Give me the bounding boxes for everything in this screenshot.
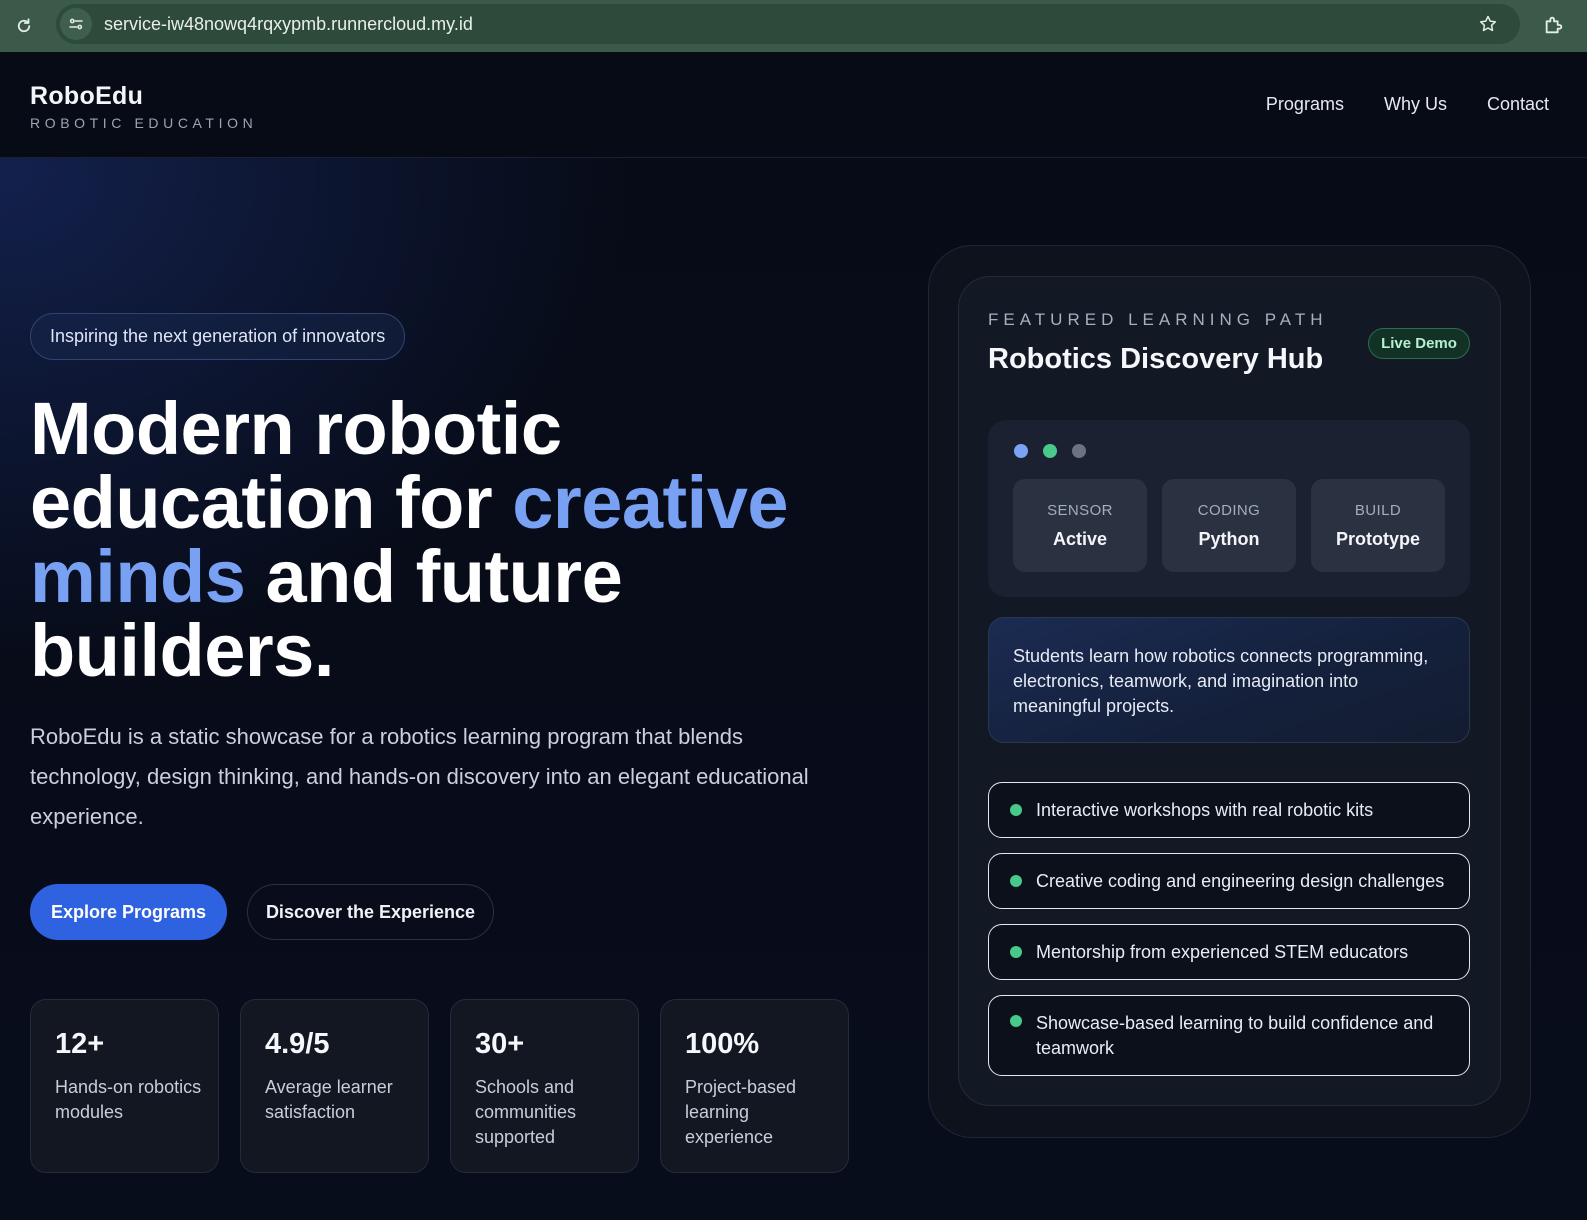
site-header: RoboEdu ROBOTIC EDUCATION Programs Why U… — [0, 52, 1587, 158]
panel-eyebrow: FEATURED LEARNING PATH — [988, 310, 1328, 329]
stat-card: 30+ Schools and communities supported — [450, 999, 639, 1173]
tile-build: BUILD Prototype — [1311, 479, 1445, 572]
stats-row: 12+ Hands-on robotics modules 4.9/5 Aver… — [30, 999, 849, 1173]
stat-label: Hands-on robotics modules — [55, 1077, 202, 1122]
browser-toolbar: service-iw48nowq4rqxypmb.runnercloud.my.… — [0, 0, 1587, 52]
nav-why-us[interactable]: Why Us — [1384, 94, 1447, 115]
status-dot-green — [1043, 444, 1057, 458]
stat-value: 100% — [685, 1028, 760, 1060]
live-demo-badge: Live Demo — [1368, 328, 1470, 359]
site-info-icon[interactable] — [60, 8, 92, 40]
hero-description: RoboEdu is a static showcase for a robot… — [30, 724, 809, 829]
star-icon[interactable] — [1476, 12, 1500, 36]
bullet-dot-icon — [1010, 1015, 1022, 1027]
brand-tagline: ROBOTIC EDUCATION — [30, 115, 258, 131]
info-box: Students learn how robotics connects pro… — [988, 617, 1470, 743]
discover-experience-button[interactable]: Discover the Experience — [247, 884, 494, 940]
hero-title: Modern robotic education for creative mi… — [30, 392, 850, 688]
url-text[interactable]: service-iw48nowq4rqxypmb.runnercloud.my.… — [104, 14, 473, 35]
stat-value: 4.9/5 — [265, 1028, 330, 1060]
stat-label: Schools and communities supported — [475, 1077, 577, 1147]
tile-label: SENSOR — [1047, 501, 1113, 519]
bullet-dot-icon — [1010, 804, 1022, 816]
feature-text: Creative coding and engineering design c… — [1036, 870, 1445, 891]
feature-item: Showcase-based learning to build confide… — [988, 995, 1470, 1076]
feature-item: Mentorship from experienced STEM educato… — [988, 924, 1470, 980]
status-dot-gray — [1072, 444, 1086, 458]
stat-value: 30+ — [475, 1028, 525, 1060]
extensions-icon[interactable] — [1541, 12, 1567, 38]
tile-coding: CODING Python — [1162, 479, 1296, 572]
feature-item: Creative coding and engineering design c… — [988, 853, 1470, 909]
feature-text: Mentorship from experienced STEM educato… — [1036, 941, 1409, 962]
feature-text: Interactive workshops with real robotic … — [1036, 799, 1374, 820]
address-bar[interactable]: service-iw48nowq4rqxypmb.runnercloud.my.… — [56, 4, 1520, 44]
nav-programs[interactable]: Programs — [1266, 94, 1344, 115]
explore-programs-button[interactable]: Explore Programs — [30, 884, 227, 940]
brand-name[interactable]: RoboEdu — [30, 82, 143, 111]
feature-item: Interactive workshops with real robotic … — [988, 782, 1470, 838]
stat-card: 12+ Hands-on robotics modules — [30, 999, 219, 1173]
tile-label: BUILD — [1354, 501, 1402, 519]
reload-icon[interactable] — [12, 14, 36, 38]
tile-sensor: SENSOR Active — [1013, 479, 1147, 572]
stat-value: 12+ — [55, 1028, 105, 1060]
hero-pill: Inspiring the next generation of innovat… — [30, 313, 406, 360]
tile-value: Prototype — [1335, 528, 1420, 549]
device-tiles: SENSOR Active CODING Python BUILD Protot… — [1013, 479, 1445, 572]
stat-label: Project-based learning experience — [685, 1077, 797, 1147]
tile-value: Active — [1052, 528, 1108, 549]
main-nav: Programs Why Us Contact — [1266, 94, 1549, 115]
status-dot-blue — [1014, 444, 1028, 458]
nav-contact[interactable]: Contact — [1487, 94, 1549, 115]
bullet-dot-icon — [1010, 946, 1022, 958]
tile-label: CODING — [1197, 501, 1261, 519]
feature-text: Showcase-based learning to build confide… — [1036, 1012, 1434, 1058]
tile-value: Python — [1198, 528, 1260, 549]
hero-title-part1: Modern robotic education for — [30, 387, 562, 544]
stat-card: 4.9/5 Average learner satisfaction — [240, 999, 429, 1173]
panel-title: Robotics Discovery Hub — [988, 343, 1324, 375]
bullet-dot-icon — [1010, 875, 1022, 887]
stat-label: Average learner satisfaction — [265, 1077, 393, 1122]
stat-card: 100% Project-based learning experience — [660, 999, 849, 1173]
